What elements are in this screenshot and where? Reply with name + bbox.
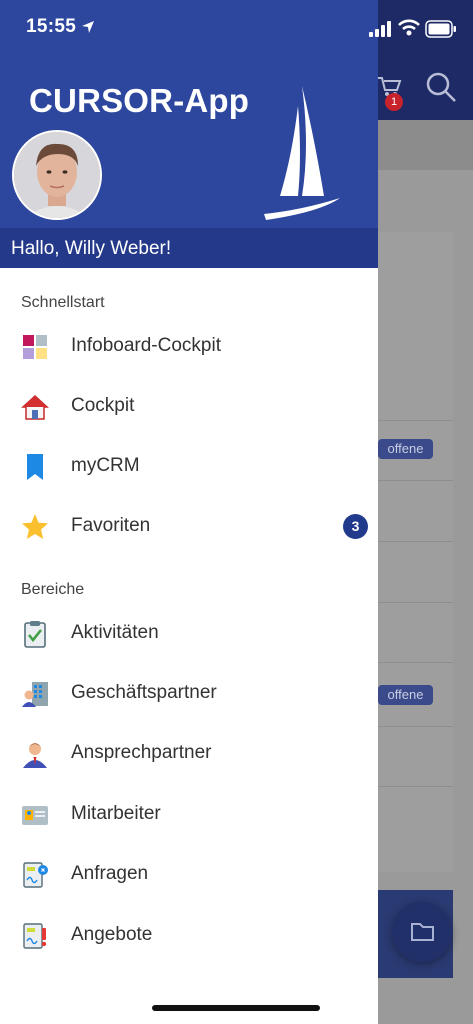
folder-fab-button[interactable] (392, 902, 452, 962)
contact-person-icon (23, 743, 47, 768)
background-divider (378, 726, 453, 727)
background-divider (378, 786, 453, 787)
nav-item-label: Anfragen (71, 863, 149, 884)
section-heading-bereiche: Bereiche (21, 581, 85, 598)
nav-item-label: myCRM (71, 455, 140, 476)
greeting-text: Hallo, Willy Weber! (11, 238, 172, 259)
status-badge: offene (378, 439, 433, 459)
nav-item-favoriten[interactable]: Favoriten 3 (0, 498, 378, 556)
background-card (378, 232, 453, 872)
background-divider (378, 541, 453, 542)
nav-item-label: Geschäftspartner (71, 682, 217, 703)
status-time: 15:55 (26, 16, 77, 37)
avatar[interactable] (12, 130, 102, 220)
location-arrow-icon (82, 21, 94, 33)
search-icon[interactable] (424, 70, 458, 104)
signal-icon (369, 21, 391, 37)
home-indicator[interactable] (152, 1005, 320, 1011)
grid-tiles-icon (23, 335, 47, 359)
nav-item-label: Infoboard-Cockpit (71, 335, 221, 356)
business-partner-icon (22, 682, 48, 707)
background-divider (378, 480, 453, 481)
nav-item-label: Cockpit (71, 395, 135, 416)
favorites-count-badge: 3 (343, 514, 368, 539)
folder-icon (411, 923, 434, 941)
nav-item-label: Aktivitäten (71, 622, 159, 643)
status-bar: 15:55 (0, 0, 473, 56)
navigation-drawer: CURSOR-App Hallo, Willy Weber! Schnellst… (0, 0, 378, 1024)
user-portrait-icon (14, 132, 100, 218)
wifi-icon (398, 19, 420, 36)
nav-item-label: Angebote (71, 924, 153, 945)
nav-item-infoboard-cockpit[interactable]: Infoboard-Cockpit (0, 318, 378, 376)
nav-item-cockpit[interactable]: Cockpit (0, 378, 378, 436)
nav-item-geschaeftspartner[interactable]: Geschäftspartner (0, 665, 378, 723)
star-icon (22, 514, 48, 539)
background-divider (378, 420, 453, 421)
background-divider (378, 662, 453, 663)
app-title: CURSOR-App (29, 82, 250, 119)
nav-item-ansprechpartner[interactable]: Ansprechpartner (0, 725, 378, 783)
bookmark-icon (27, 454, 43, 480)
clipboard-check-icon (24, 621, 46, 648)
employee-card-icon (22, 806, 48, 825)
nav-item-label: Ansprechpartner (71, 742, 212, 763)
cart-badge: 1 (385, 93, 403, 111)
house-icon (21, 394, 49, 420)
nav-item-aktivitaeten[interactable]: Aktivitäten (0, 605, 378, 663)
status-badge: offene (378, 685, 433, 705)
nav-item-mycrm[interactable]: myCRM (0, 438, 378, 496)
sailboat-logo-icon (264, 86, 340, 220)
battery-icon (425, 20, 456, 38)
nav-item-label: Favoriten (71, 515, 151, 536)
section-heading-schnellstart: Schnellstart (21, 294, 105, 311)
nav-item-angebote[interactable]: Angebote (0, 907, 378, 965)
nav-item-anfragen[interactable]: Anfragen (0, 846, 378, 904)
inquiry-document-icon (23, 862, 48, 888)
offer-document-icon (23, 923, 47, 949)
nav-item-mitarbeiter[interactable]: Mitarbeiter (0, 786, 378, 844)
nav-item-label: Mitarbeiter (71, 803, 161, 824)
background-divider (378, 602, 453, 603)
